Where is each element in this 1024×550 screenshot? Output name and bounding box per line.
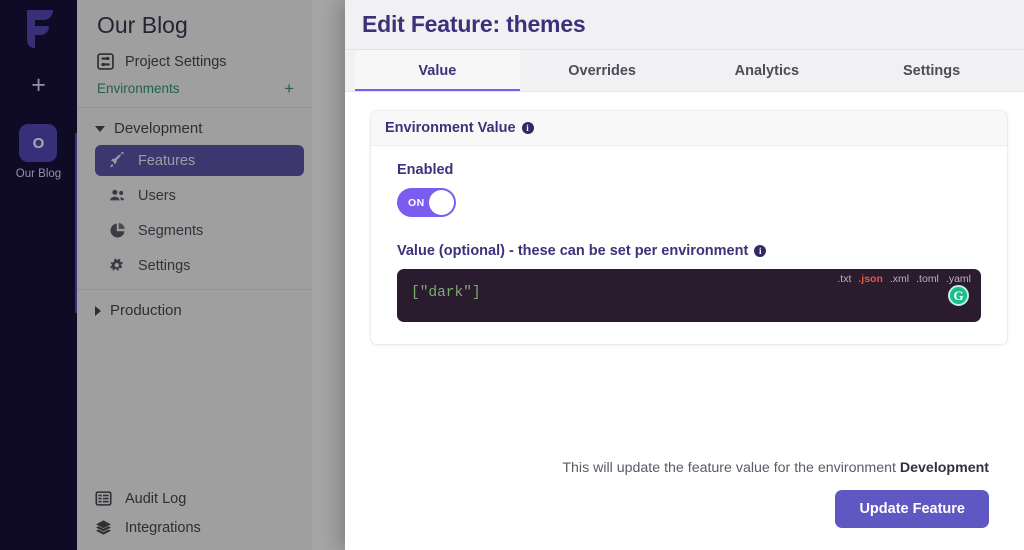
- tab-label: Settings: [903, 63, 961, 79]
- layers-icon: [95, 519, 112, 536]
- environments-label: Environments: [97, 81, 180, 96]
- tab-settings[interactable]: Settings: [849, 50, 1014, 92]
- card-header: Environment Value i: [371, 111, 1007, 146]
- update-note-prefix: This will update the feature value for t…: [562, 460, 900, 476]
- add-environment-button[interactable]: +: [284, 80, 294, 97]
- value-label-text: Value (optional) - these can be set per …: [397, 243, 749, 259]
- environment-group-development[interactable]: Development: [77, 114, 312, 143]
- modal-header: Edit Feature: themes: [345, 0, 1024, 50]
- app-root: + O Our Blog Our Blog Project Settings E…: [0, 0, 1024, 550]
- tab-value[interactable]: Value: [355, 50, 520, 92]
- update-note: This will update the feature value for t…: [380, 460, 989, 476]
- project-title: Our Blog: [97, 12, 188, 38]
- tab-label: Analytics: [734, 63, 800, 79]
- format-option-yaml[interactable]: .yaml: [946, 273, 971, 285]
- info-icon[interactable]: i: [754, 245, 767, 257]
- organisation-switcher[interactable]: O Our Blog: [16, 124, 61, 180]
- chevron-right-icon: [95, 305, 101, 316]
- toggle-knob: [429, 190, 454, 215]
- environment-group-production[interactable]: Production: [77, 296, 312, 325]
- project-sidebar: Our Blog Project Settings Environments +…: [77, 0, 312, 550]
- sidebar-item-integrations[interactable]: Integrations: [77, 513, 312, 542]
- table-icon: [95, 490, 112, 507]
- sidebar-item-label: Users: [138, 187, 176, 204]
- add-organisation-button[interactable]: +: [22, 68, 56, 102]
- tab-label: Overrides: [568, 63, 636, 79]
- organisation-avatar: O: [19, 124, 58, 162]
- tab-label: Value: [418, 63, 457, 79]
- rocket-icon: [109, 152, 126, 169]
- sidebar-item-environment-settings[interactable]: Settings: [95, 250, 304, 281]
- gears-icon: [109, 257, 126, 274]
- sidebar-item-features[interactable]: Features: [95, 145, 304, 176]
- modal-tabs: Value Overrides Analytics Settings: [345, 50, 1024, 92]
- modal-title: Edit Feature: themes: [362, 11, 586, 37]
- sliders-icon: [97, 53, 114, 70]
- cursor-marker-icon: G: [948, 285, 969, 306]
- pie-chart-icon: [109, 222, 126, 239]
- update-note-environment: Development: [899, 460, 989, 476]
- modal-footer: This will update the feature value for t…: [345, 460, 1024, 550]
- sidebar-item-label: Features: [138, 152, 196, 169]
- modal-body: Environment Value i Enabled ON Value (op…: [345, 92, 1024, 550]
- value-label: Value (optional) - these can be set per …: [397, 243, 981, 259]
- enabled-toggle[interactable]: ON: [397, 188, 456, 217]
- chevron-down-icon: [95, 125, 105, 132]
- format-option-toml[interactable]: .toml: [916, 273, 939, 285]
- sidebar-bottom-nav: Audit Log Integrations: [77, 484, 312, 550]
- card-body: Enabled ON Value (optional) - these can …: [371, 146, 1007, 344]
- users-icon: [109, 187, 126, 204]
- sidebar-item-label: Integrations: [125, 519, 201, 536]
- sidebar-item-audit-log[interactable]: Audit Log: [77, 484, 312, 513]
- enabled-label: Enabled: [397, 162, 981, 178]
- environments-header: Environments +: [77, 76, 312, 101]
- sidebar-item-segments[interactable]: Segments: [95, 215, 304, 246]
- value-editor-content[interactable]: ["dark"]: [411, 285, 481, 301]
- environment-value-card: Environment Value i Enabled ON Value (op…: [370, 110, 1008, 345]
- sidebar-item-label: Audit Log: [125, 490, 187, 507]
- environment-name: Production: [110, 302, 182, 319]
- edit-feature-modal: Edit Feature: themes Value Overrides Ana…: [345, 0, 1024, 550]
- organisation-rail: + O Our Blog: [0, 0, 77, 550]
- flagsmith-logo-icon: [19, 8, 59, 50]
- environment-name: Development: [114, 120, 203, 137]
- format-option-txt[interactable]: .txt: [837, 273, 851, 285]
- organisation-label: Our Blog: [15, 168, 62, 180]
- sidebar-item-users[interactable]: Users: [95, 180, 304, 211]
- sidebar-divider: [77, 107, 312, 108]
- format-option-json[interactable]: .json: [858, 273, 883, 285]
- toggle-state-label: ON: [408, 196, 425, 209]
- card-header-title: Environment Value: [385, 120, 516, 136]
- sidebar-item-label: Project Settings: [125, 53, 227, 70]
- tab-overrides[interactable]: Overrides: [519, 50, 685, 92]
- format-option-xml[interactable]: .xml: [890, 273, 909, 285]
- value-editor[interactable]: ["dark"] .txt .json .xml .toml .yaml G: [397, 269, 981, 322]
- tab-analytics[interactable]: Analytics: [684, 50, 850, 92]
- sidebar-divider: [77, 289, 312, 290]
- enabled-label-text: Enabled: [397, 162, 454, 178]
- sidebar-item-label: Settings: [138, 257, 191, 274]
- sidebar-item-project-settings[interactable]: Project Settings: [77, 47, 312, 76]
- update-feature-button[interactable]: Update Feature: [835, 490, 989, 528]
- value-format-selector: .txt .json .xml .toml .yaml: [837, 273, 971, 285]
- info-icon[interactable]: i: [521, 122, 534, 134]
- sidebar-item-label: Segments: [138, 222, 204, 239]
